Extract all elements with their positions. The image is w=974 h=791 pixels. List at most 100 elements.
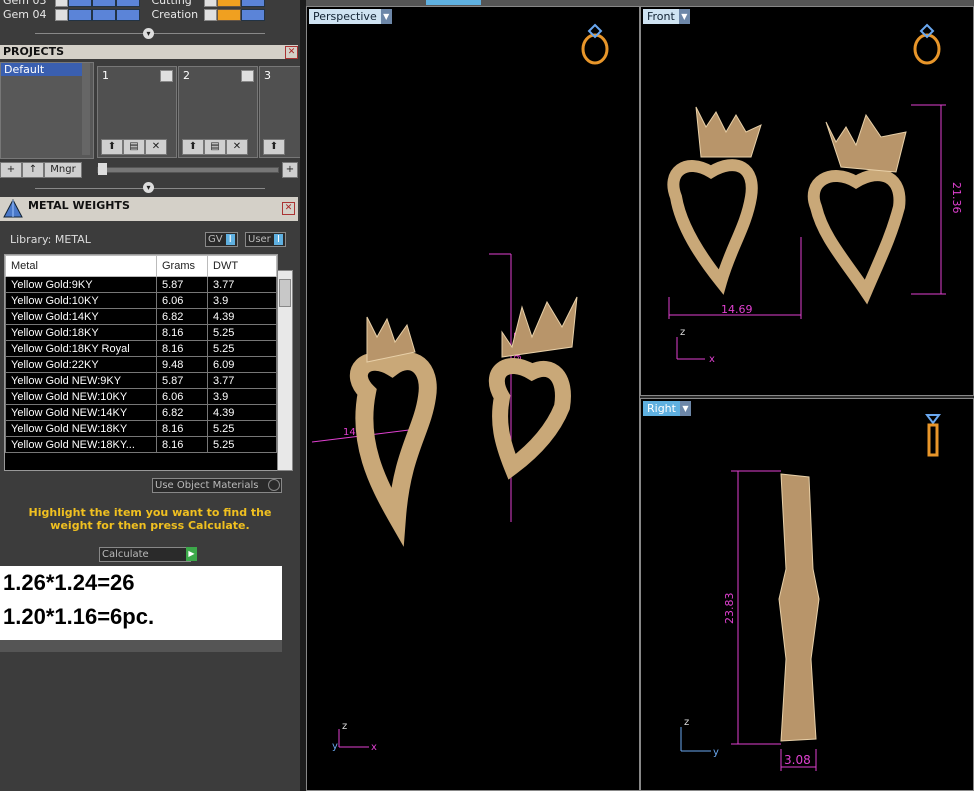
axis-gizmo: z y bbox=[680, 717, 719, 758]
project-list[interactable]: Default bbox=[0, 62, 94, 159]
visibility-toggle[interactable] bbox=[240, 0, 265, 7]
gem-row-3[interactable]: Gem 03 Cutting bbox=[0, 0, 300, 8]
toggle-indicator: I bbox=[225, 234, 235, 245]
table-cell: Yellow Gold NEW:18KY bbox=[5, 420, 157, 437]
metal-table[interactable]: Metal Grams DWT Yellow Gold:9KY 5.87 3.77 Y… bbox=[4, 254, 278, 471]
gem-lock-icon[interactable] bbox=[92, 0, 116, 7]
table-row[interactable]: Yellow Gold NEW:9KY 5.87 3.77 bbox=[5, 372, 277, 389]
gem-lock-icon[interactable] bbox=[92, 9, 116, 21]
dimension-lines bbox=[311, 253, 512, 522]
play-icon[interactable] bbox=[55, 0, 68, 7]
table-row[interactable]: Yellow Gold:22KY 9.48 6.09 bbox=[5, 356, 277, 373]
save-icon[interactable]: ▤ bbox=[123, 139, 145, 155]
slot-controls: ⬆ ▤ ✕ bbox=[182, 139, 248, 155]
add-project-button[interactable]: + bbox=[0, 162, 22, 178]
slider-thumb[interactable] bbox=[98, 163, 107, 175]
viewport-front[interactable]: Front ▼ 21.36 14.69 z x bbox=[640, 6, 974, 396]
table-cell: Yellow Gold:18KY bbox=[5, 324, 157, 341]
left-earring bbox=[349, 316, 437, 547]
front-model: 21.36 14.69 z x bbox=[667, 104, 963, 365]
user-toggle[interactable]: User I bbox=[245, 232, 286, 247]
table-row[interactable]: Yellow Gold:9KY 5.87 3.77 bbox=[5, 276, 277, 293]
calculate-button[interactable]: Calculate bbox=[99, 547, 191, 562]
gem-color-swatch[interactable] bbox=[68, 0, 92, 7]
play-icon[interactable] bbox=[55, 9, 68, 21]
active-tab[interactable] bbox=[426, 0, 481, 5]
metal-table-grid: Metal Grams DWT Yellow Gold:9KY 5.87 3.77 Y… bbox=[5, 255, 277, 453]
divider bbox=[0, 640, 282, 652]
table-cell: 5.87 bbox=[156, 276, 208, 293]
viewport-right[interactable]: Right ▼ 23.83 3.08 z y bbox=[640, 398, 974, 791]
project-slot[interactable]: 2 ⬆ ▤ ✕ bbox=[178, 66, 258, 158]
note-line: 1.26*1.24=26 bbox=[3, 570, 135, 595]
project-slot[interactable]: 3 ⬆ bbox=[259, 66, 301, 158]
scroll-thumb[interactable] bbox=[279, 279, 291, 307]
play-icon[interactable] bbox=[160, 70, 173, 82]
table-cell: 5.25 bbox=[207, 340, 277, 357]
gem-visibility-toggle[interactable] bbox=[116, 9, 140, 21]
collapse-icon[interactable]: ▾ bbox=[143, 28, 154, 39]
visibility-toggle[interactable] bbox=[240, 9, 265, 21]
table-cell: Yellow Gold NEW:14KY bbox=[5, 404, 157, 421]
notes-box: 1.26*1.24=26 1.20*1.16=6pc. bbox=[0, 566, 282, 640]
gem-row-label: Gem 04 bbox=[3, 8, 47, 21]
close-icon[interactable]: ✕ bbox=[282, 202, 295, 215]
column-header[interactable]: Metal bbox=[5, 255, 157, 277]
calculate-label: Calculate bbox=[102, 549, 149, 560]
list-item[interactable]: Default bbox=[1, 63, 82, 76]
projects-title: PROJECTS bbox=[3, 45, 64, 58]
column-header[interactable]: Grams bbox=[156, 255, 208, 277]
use-object-materials-toggle[interactable]: Use Object Materials bbox=[152, 478, 282, 493]
material-swatch[interactable] bbox=[216, 9, 241, 21]
save-icon[interactable]: ▤ bbox=[204, 139, 226, 155]
table-scrollbar[interactable] bbox=[277, 270, 293, 471]
play-icon[interactable] bbox=[203, 9, 217, 21]
gem-visibility-toggle[interactable] bbox=[116, 0, 140, 7]
delete-icon[interactable]: ✕ bbox=[145, 139, 167, 155]
upload-icon[interactable]: ⬆ bbox=[101, 139, 123, 155]
viewport-perspective[interactable]: Perspective▼ 21.36 14.69 z y x bbox=[306, 6, 640, 791]
gem-row-4[interactable]: Gem 04 Creation bbox=[0, 8, 300, 22]
table-row[interactable]: Yellow Gold:14KY 6.82 4.39 bbox=[5, 308, 277, 325]
scrollbar[interactable] bbox=[82, 63, 90, 155]
table-cell: Yellow Gold:14KY bbox=[5, 308, 157, 325]
run-icon[interactable]: ▶ bbox=[186, 547, 197, 561]
user-label: User bbox=[248, 234, 271, 245]
material-swatch[interactable] bbox=[216, 0, 241, 7]
table-cell: 8.16 bbox=[156, 420, 208, 437]
table-row[interactable]: Yellow Gold NEW:14KY 6.82 4.39 bbox=[5, 404, 277, 421]
upload-icon[interactable]: ⬆ bbox=[263, 139, 285, 155]
dimension-label: 23.83 bbox=[723, 593, 736, 625]
project-slider[interactable] bbox=[97, 167, 279, 173]
collapse-icon[interactable]: ▾ bbox=[143, 182, 154, 193]
manager-button[interactable]: Mngr bbox=[44, 162, 82, 178]
delete-icon[interactable]: ✕ bbox=[226, 139, 248, 155]
table-row[interactable]: Yellow Gold NEW:18KY 8.16 5.25 bbox=[5, 420, 277, 437]
axis-gizmo: z y x bbox=[332, 721, 377, 753]
zoom-in-icon[interactable]: + bbox=[282, 162, 298, 178]
project-slot[interactable]: 1 ⬆ ▤ ✕ bbox=[97, 66, 177, 158]
gem-rows: Gem 03 Cutting Gem 04 Creation bbox=[0, 0, 300, 22]
table-row[interactable]: Yellow Gold NEW:18KY... 8.16 5.25 bbox=[5, 436, 277, 453]
close-icon[interactable]: ✕ bbox=[285, 46, 298, 59]
right-model: 23.83 3.08 z y bbox=[680, 470, 820, 771]
gem-color-swatch[interactable] bbox=[68, 9, 92, 21]
slot-number: 3 bbox=[264, 69, 271, 82]
metal-weights-header: METAL WEIGHTS bbox=[0, 197, 298, 221]
upload-icon[interactable]: ⬆ bbox=[182, 139, 204, 155]
table-cell: 8.16 bbox=[156, 340, 208, 357]
play-icon[interactable] bbox=[203, 0, 217, 7]
radio-icon[interactable] bbox=[268, 479, 280, 491]
play-icon[interactable] bbox=[241, 70, 254, 82]
table-cell: 8.16 bbox=[156, 436, 208, 453]
table-row[interactable]: Yellow Gold:18KY 8.16 5.25 bbox=[5, 324, 277, 341]
table-row[interactable]: Yellow Gold NEW:10KY 6.06 3.9 bbox=[5, 388, 277, 405]
right-crown bbox=[825, 113, 907, 173]
move-up-button[interactable]: ↑ bbox=[22, 162, 44, 178]
table-cell: 6.82 bbox=[156, 308, 208, 325]
table-row[interactable]: Yellow Gold:18KY Royal 8.16 5.25 bbox=[5, 340, 277, 357]
table-row[interactable]: Yellow Gold:10KY 6.06 3.9 bbox=[5, 292, 277, 309]
column-header[interactable]: DWT bbox=[207, 255, 277, 277]
gv-toggle[interactable]: GV I bbox=[205, 232, 238, 247]
slot-controls: ⬆ ▤ ✕ bbox=[101, 139, 167, 155]
